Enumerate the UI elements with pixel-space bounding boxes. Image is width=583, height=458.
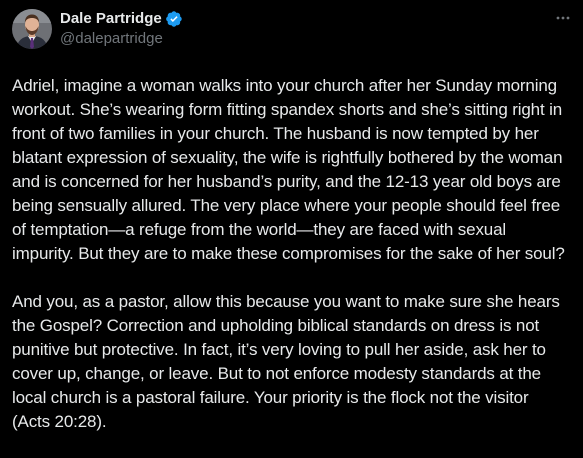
post-card: Dale Partridge @dalepartridge Adriel, im… [0, 0, 583, 458]
display-name[interactable]: Dale Partridge [60, 9, 162, 29]
author-handle[interactable]: @dalepartridge [60, 29, 183, 49]
avatar[interactable] [12, 9, 52, 49]
author-names: Dale Partridge @dalepartridge [60, 9, 183, 49]
more-options-button[interactable] [553, 8, 573, 28]
name-row: Dale Partridge [60, 9, 183, 29]
more-horizontal-icon [556, 16, 570, 20]
profile-photo-icon [12, 9, 52, 49]
post-text: Adriel, imagine a woman walks into your … [12, 74, 571, 434]
post-paragraph-1: Adriel, imagine a woman walks into your … [12, 76, 565, 263]
post-paragraph-2: And you, as a pastor, allow this because… [12, 292, 560, 431]
verified-badge-icon[interactable] [165, 10, 183, 28]
post-header: Dale Partridge @dalepartridge [12, 9, 571, 55]
